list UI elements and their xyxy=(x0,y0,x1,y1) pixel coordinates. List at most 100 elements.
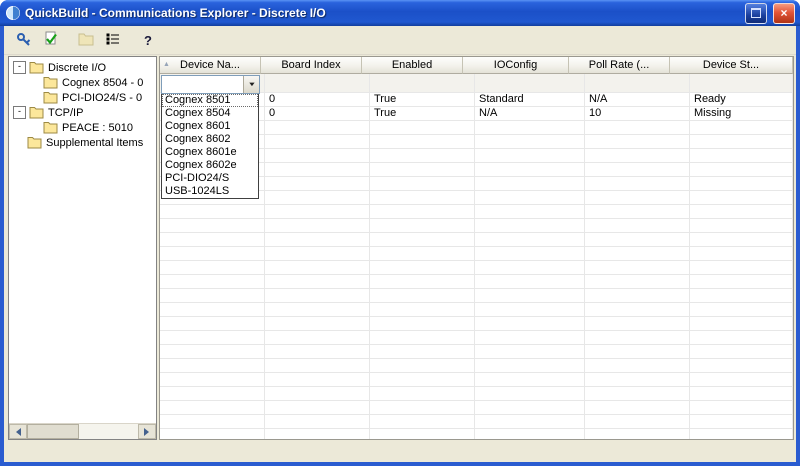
grid-cell[interactable] xyxy=(585,121,690,135)
grid-cell[interactable] xyxy=(690,275,793,289)
grid-cell[interactable] xyxy=(265,233,370,247)
grid-cell[interactable] xyxy=(475,303,585,317)
grid-cell[interactable] xyxy=(370,317,475,331)
grid-cell[interactable] xyxy=(265,331,370,345)
dropdown-option-pci-dio24-s[interactable]: PCI-DIO24/S xyxy=(162,172,258,185)
combobox-edit-field[interactable] xyxy=(162,76,243,93)
grid-cell[interactable] xyxy=(160,289,265,303)
combobox-drop-button[interactable]: ▼ xyxy=(243,76,259,93)
collapse-toggle-icon[interactable]: - xyxy=(13,61,26,74)
wizard-button[interactable] xyxy=(12,29,36,52)
column-header-device-na[interactable]: ▲ Device Na... xyxy=(160,57,261,74)
tree-item-cognex-8504-0[interactable]: Cognex 8504 - 0 xyxy=(9,75,156,90)
grid-cell[interactable] xyxy=(475,247,585,261)
grid-cell[interactable] xyxy=(690,219,793,233)
tree-item-peace-5010[interactable]: PEACE : 5010 xyxy=(9,120,156,135)
grid-cell[interactable] xyxy=(475,275,585,289)
grid-cell[interactable] xyxy=(585,345,690,359)
grid-cell[interactable] xyxy=(585,317,690,331)
dropdown-option-cognex-8501[interactable]: Cognex 8501 xyxy=(162,94,258,107)
grid-cell[interactable] xyxy=(585,247,690,261)
grid-cell[interactable] xyxy=(585,373,690,387)
grid-cell[interactable] xyxy=(370,373,475,387)
grid-cell[interactable] xyxy=(265,135,370,149)
grid-cell[interactable] xyxy=(585,233,690,247)
grid-cell[interactable] xyxy=(160,275,265,289)
grid-cell[interactable] xyxy=(265,219,370,233)
grid-cell[interactable] xyxy=(475,121,585,135)
grid-cell[interactable] xyxy=(690,345,793,359)
grid-cell[interactable] xyxy=(475,135,585,149)
grid-cell[interactable] xyxy=(690,303,793,317)
grid-cell[interactable] xyxy=(690,401,793,415)
grid-cell[interactable] xyxy=(585,429,690,439)
grid-cell[interactable]: N/A xyxy=(585,93,690,107)
grid-cell[interactable] xyxy=(160,317,265,331)
grid-cell[interactable] xyxy=(690,359,793,373)
grid-cell[interactable] xyxy=(585,331,690,345)
grid-cell[interactable] xyxy=(265,429,370,439)
grid-cell[interactable] xyxy=(265,261,370,275)
verify-button[interactable] xyxy=(39,29,63,52)
grid-cell[interactable] xyxy=(370,177,475,191)
grid-cell[interactable] xyxy=(160,415,265,429)
help-button[interactable]: ? xyxy=(136,29,160,52)
grid-cell[interactable] xyxy=(370,387,475,401)
grid-cell[interactable] xyxy=(265,345,370,359)
grid-cell[interactable] xyxy=(265,373,370,387)
grid-cell[interactable] xyxy=(690,74,793,93)
grid-cell[interactable] xyxy=(370,261,475,275)
grid-cell[interactable] xyxy=(475,429,585,439)
tree-item-tcp-ip[interactable]: - TCP/IP xyxy=(9,105,156,120)
grid-cell[interactable] xyxy=(690,121,793,135)
grid-cell[interactable] xyxy=(475,415,585,429)
grid-cell[interactable] xyxy=(265,247,370,261)
grid-cell[interactable] xyxy=(370,219,475,233)
grid-cell[interactable] xyxy=(370,429,475,439)
tree-item-pci-dio24-s-0[interactable]: PCI-DIO24/S - 0 xyxy=(9,90,156,105)
grid-cell[interactable]: 0 xyxy=(265,107,370,121)
grid-cell[interactable] xyxy=(585,415,690,429)
grid-cell[interactable] xyxy=(690,261,793,275)
grid-cell[interactable] xyxy=(585,387,690,401)
grid-cell[interactable] xyxy=(475,317,585,331)
grid-cell[interactable] xyxy=(690,289,793,303)
grid-cell[interactable]: 10 xyxy=(585,107,690,121)
grid-cell[interactable] xyxy=(160,345,265,359)
grid-cell[interactable] xyxy=(160,359,265,373)
grid-cell[interactable] xyxy=(690,205,793,219)
grid-cell[interactable] xyxy=(475,387,585,401)
grid-cell[interactable] xyxy=(265,275,370,289)
grid-cell[interactable] xyxy=(370,331,475,345)
grid-cell[interactable] xyxy=(690,191,793,205)
dropdown-option-cognex-8602[interactable]: Cognex 8602 xyxy=(162,133,258,146)
grid-cell[interactable]: Standard xyxy=(475,93,585,107)
grid-cell[interactable]: Missing xyxy=(690,107,793,121)
grid-cell[interactable] xyxy=(370,359,475,373)
grid-cell[interactable] xyxy=(690,387,793,401)
grid-cell[interactable] xyxy=(265,359,370,373)
grid-cell[interactable] xyxy=(690,331,793,345)
grid-cell[interactable] xyxy=(265,289,370,303)
grid-cell[interactable] xyxy=(370,401,475,415)
grid-cell[interactable] xyxy=(370,289,475,303)
grid-cell[interactable] xyxy=(265,163,370,177)
dropdown-option-cognex-8601[interactable]: Cognex 8601 xyxy=(162,120,258,133)
grid-cell[interactable] xyxy=(585,401,690,415)
grid-cell[interactable] xyxy=(370,149,475,163)
grid-cell[interactable] xyxy=(585,191,690,205)
grid-cell[interactable] xyxy=(160,373,265,387)
column-header-ioconfig[interactable]: IOConfig xyxy=(463,57,569,74)
grid-cell[interactable] xyxy=(475,373,585,387)
grid-cell[interactable] xyxy=(370,415,475,429)
grid-cell[interactable] xyxy=(370,247,475,261)
grid-cell[interactable] xyxy=(160,219,265,233)
grid-cell[interactable] xyxy=(265,387,370,401)
grid-cell[interactable] xyxy=(265,317,370,331)
open-button[interactable] xyxy=(74,29,98,52)
grid-cell[interactable] xyxy=(585,163,690,177)
grid-cell[interactable] xyxy=(160,247,265,261)
grid-cell[interactable] xyxy=(370,345,475,359)
grid-cell[interactable] xyxy=(585,177,690,191)
grid-cell[interactable] xyxy=(585,205,690,219)
